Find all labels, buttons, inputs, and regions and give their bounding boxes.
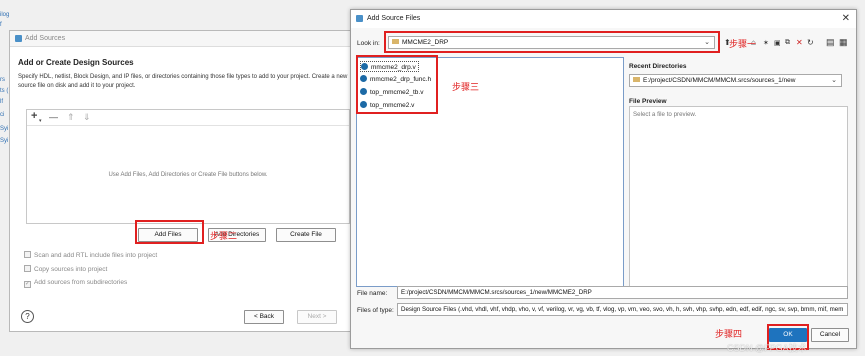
list-view-icon[interactable]: ▤	[826, 37, 835, 48]
bg-item: ts (	[0, 88, 9, 94]
file-name-label: File name:	[357, 290, 388, 297]
title-bar[interactable]: Add Source Files ✕	[351, 10, 856, 28]
next-button[interactable]: Next >	[297, 310, 337, 324]
refresh-icon[interactable]: ↻	[807, 38, 814, 47]
bg-item: f	[0, 22, 2, 28]
scan-rtl-checkbox[interactable]: Scan and add RTL include files into proj…	[24, 251, 157, 259]
chevron-down-icon: ⌄	[831, 77, 837, 84]
dialog-title: Add Sources	[25, 35, 66, 42]
recent-directories-select[interactable]: E:/project/CSDN/MMCM/MMCM.srcs/sources_1…	[629, 74, 842, 87]
watermark: CSDN @FPGA技术	[727, 343, 807, 353]
folder-icon	[633, 77, 640, 82]
page-heading: Add or Create Design Sources	[18, 58, 134, 67]
look-in-label: Look in:	[357, 40, 380, 47]
dropdown-arrow-icon[interactable]: ▾	[39, 118, 42, 124]
recent-directory-value: E:/project/CSDN/MMCM/MMCM.srcs/sources_1…	[643, 77, 796, 84]
title-bar[interactable]: Add Sources	[10, 31, 354, 47]
copy-icon[interactable]: ⧉	[785, 39, 790, 47]
recent-directories-label: Recent Directories	[629, 63, 687, 70]
bg-item: lf	[0, 99, 3, 105]
vivado-logo-icon	[15, 35, 22, 42]
bookmark-icon[interactable]: ✶	[763, 39, 769, 47]
move-down-icon[interactable]: ⇓	[83, 112, 91, 123]
bg-item: Syi	[0, 126, 9, 132]
sources-list[interactable]: + ▾ — ⇑ ⇓ Use Add Files, Add Directories…	[26, 109, 350, 224]
checkbox-box[interactable]	[24, 251, 31, 258]
details-view-icon[interactable]: ▦	[839, 37, 848, 48]
bg-item: ilog	[0, 12, 10, 18]
add-sources-dialog: Add Sources Add or Create Design Sources…	[9, 30, 355, 332]
checkbox-box[interactable]	[24, 265, 31, 272]
list-toolbar: + ▾ — ⇑ ⇓	[27, 110, 349, 126]
files-of-type-select[interactable]: Design Source Files (.vhd, vhdl, vhf, vh…	[397, 303, 848, 316]
checkbox-label: Copy sources into project	[34, 266, 108, 273]
checkbox-box[interactable]: ✓	[24, 281, 31, 288]
delete-icon[interactable]: ✕	[796, 38, 803, 47]
checkbox-label: Add sources from subdirectories	[34, 279, 128, 286]
preview-placeholder: Select a file to preview.	[633, 111, 697, 118]
step-one-annotation: 步骤一	[729, 39, 757, 49]
file-list-highlight	[356, 55, 438, 114]
subdirectories-checkbox[interactable]: ✓ Add sources from subdirectories	[24, 279, 127, 288]
move-up-icon[interactable]: ⇑	[67, 112, 75, 123]
look-in-highlight	[384, 31, 720, 53]
remove-icon[interactable]: —	[49, 112, 58, 122]
add-icon[interactable]: +	[31, 110, 37, 122]
vivado-logo-icon	[356, 15, 363, 22]
help-icon[interactable]: ?	[21, 310, 34, 323]
file-preview-pane: Select a file to preview.	[629, 106, 848, 290]
copy-sources-checkbox[interactable]: Copy sources into project	[24, 265, 107, 273]
empty-list-message: Use Add Files, Add Directories or Create…	[108, 172, 268, 178]
bg-item: Syi	[0, 138, 9, 144]
create-file-button[interactable]: Create File	[276, 228, 336, 242]
back-button[interactable]: < Back	[244, 310, 284, 324]
close-icon[interactable]: ✕	[842, 13, 850, 24]
cancel-button[interactable]: Cancel	[811, 328, 849, 342]
add-files-highlight	[135, 220, 204, 244]
bg-item: ci	[0, 112, 5, 118]
files-of-type-label: Files of type:	[357, 307, 394, 314]
dialog-title: Add Source Files	[367, 15, 421, 22]
step-four-annotation: 步骤四	[715, 329, 743, 339]
bg-item: rs	[0, 77, 5, 83]
file-name-field[interactable]: E:/project/CSDN/MMCM/MMCM.srcs/sources_1…	[397, 286, 848, 299]
file-preview-label: File Preview	[629, 98, 667, 105]
new-folder-icon[interactable]: ▣	[774, 39, 781, 47]
checkbox-label: Scan and add RTL include files into proj…	[34, 252, 158, 259]
step-three-annotation: 步骤三	[452, 82, 480, 92]
step-two-annotation: 步骤二	[210, 231, 238, 241]
page-description: Specify HDL, netlist, Block Design, and …	[18, 74, 348, 89]
